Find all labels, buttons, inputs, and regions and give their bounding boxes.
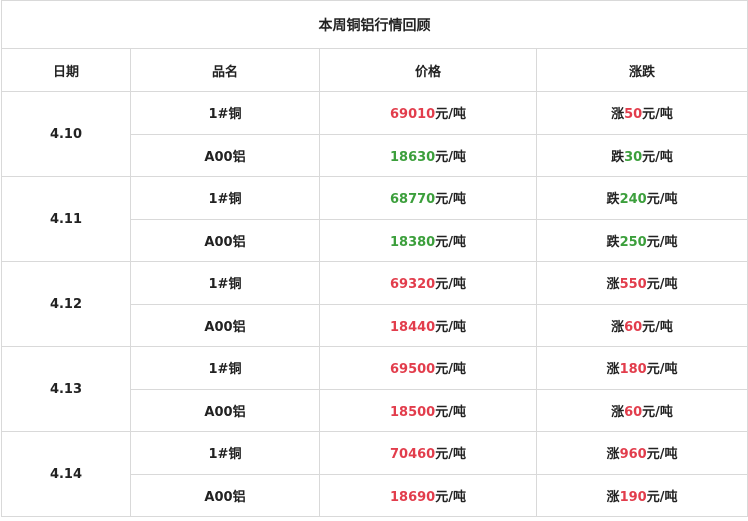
price-value: 69500 xyxy=(390,362,436,378)
price-value: 18690 xyxy=(390,489,436,505)
change-cell: 涨180元/吨 xyxy=(536,346,748,390)
change-unit: 元/吨 xyxy=(646,362,678,378)
change-unit: 元/吨 xyxy=(642,107,673,123)
change-direction-word: 涨 xyxy=(611,404,625,420)
change-direction-word: 涨 xyxy=(606,277,620,293)
product-name-cell: A00铝 xyxy=(130,303,320,347)
change-cell: 涨550元/吨 xyxy=(536,261,748,305)
change-value: 550 xyxy=(619,277,647,293)
column-header-date: 日期 xyxy=(1,48,131,92)
table-body: 本周铜铝行情回顾 日期 品名 价格 涨跌 4.10 1#铜 69010元/吨 涨50元… xyxy=(1,0,748,517)
product-name-cell: 1#铜 xyxy=(130,176,320,220)
change-cell: 跌250元/吨 xyxy=(536,218,748,262)
product-name-cell: A00铝 xyxy=(130,218,320,262)
price-unit: 元/吨 xyxy=(435,404,466,420)
change-value: 960 xyxy=(619,447,647,463)
change-direction-word: 涨 xyxy=(611,319,625,335)
price-unit: 元/吨 xyxy=(435,362,466,378)
price-unit: 元/吨 xyxy=(435,149,466,165)
price-value: 18440 xyxy=(390,319,436,335)
date-cell: 4.11 xyxy=(1,176,131,262)
price-cell: 18690元/吨 xyxy=(319,473,537,517)
price-cell: 69010元/吨 xyxy=(319,91,537,135)
change-cell: 跌30元/吨 xyxy=(536,133,748,177)
change-value: 190 xyxy=(619,489,647,505)
price-value: 68770 xyxy=(390,192,436,208)
price-cell: 18440元/吨 xyxy=(319,303,537,347)
change-unit: 元/吨 xyxy=(646,447,678,463)
price-unit: 元/吨 xyxy=(435,489,466,505)
change-cell: 涨960元/吨 xyxy=(536,431,748,475)
price-cell: 69500元/吨 xyxy=(319,346,537,390)
table-row: 4.13 1#铜 69500元/吨 涨180元/吨 xyxy=(1,346,748,432)
product-name-cell: 1#铜 xyxy=(130,431,320,475)
change-direction-word: 跌 xyxy=(611,149,625,165)
change-cell: 涨190元/吨 xyxy=(536,473,748,517)
price-value: 18630 xyxy=(390,149,436,165)
change-unit: 元/吨 xyxy=(646,192,678,208)
price-unit: 元/吨 xyxy=(435,234,466,250)
price-unit: 元/吨 xyxy=(435,319,466,335)
change-unit: 元/吨 xyxy=(646,234,678,250)
title-row: 本周铜铝行情回顾 xyxy=(1,0,748,49)
change-cell: 涨50元/吨 xyxy=(536,91,748,135)
change-value: 240 xyxy=(619,192,647,208)
column-header-price: 价格 xyxy=(319,48,537,92)
table-row: 4.14 1#铜 70460元/吨 涨960元/吨 xyxy=(1,431,748,517)
table-row: 4.12 1#铜 69320元/吨 涨550元/吨 xyxy=(1,261,748,347)
price-value: 70460 xyxy=(390,447,436,463)
change-cell: 涨60元/吨 xyxy=(536,388,748,432)
price-cell: 18500元/吨 xyxy=(319,388,537,432)
table-row: 4.11 1#铜 68770元/吨 跌240元/吨 xyxy=(1,176,748,262)
price-value: 18500 xyxy=(390,404,436,420)
price-value: 69010 xyxy=(390,107,436,123)
change-unit: 元/吨 xyxy=(642,319,673,335)
change-cell: 跌240元/吨 xyxy=(536,176,748,220)
change-direction-word: 涨 xyxy=(606,447,620,463)
date-cell: 4.13 xyxy=(1,346,131,432)
change-cell: 涨60元/吨 xyxy=(536,303,748,347)
column-header-change: 涨跌 xyxy=(536,48,748,92)
product-name-cell: A00铝 xyxy=(130,133,320,177)
change-value: 60 xyxy=(624,319,643,335)
change-direction-word: 涨 xyxy=(611,107,625,123)
change-value: 50 xyxy=(624,107,643,123)
column-header-product: 品名 xyxy=(130,48,320,92)
product-name-cell: 1#铜 xyxy=(130,91,320,135)
price-cell: 18380元/吨 xyxy=(319,218,537,262)
change-value: 180 xyxy=(619,362,647,378)
change-direction-word: 涨 xyxy=(606,489,620,505)
price-value: 18380 xyxy=(390,234,436,250)
price-unit: 元/吨 xyxy=(435,192,466,208)
change-value: 60 xyxy=(624,404,643,420)
price-value: 69320 xyxy=(390,277,436,293)
change-unit: 元/吨 xyxy=(646,277,678,293)
price-cell: 70460元/吨 xyxy=(319,431,537,475)
product-name-cell: A00铝 xyxy=(130,473,320,517)
change-value: 250 xyxy=(619,234,647,250)
change-direction-word: 跌 xyxy=(606,192,620,208)
price-unit: 元/吨 xyxy=(435,107,466,123)
price-cell: 69320元/吨 xyxy=(319,261,537,305)
date-cell: 4.14 xyxy=(1,431,131,517)
price-unit: 元/吨 xyxy=(435,447,466,463)
date-cell: 4.12 xyxy=(1,261,131,347)
change-unit: 元/吨 xyxy=(642,404,673,420)
change-direction-word: 跌 xyxy=(606,234,620,250)
price-cell: 68770元/吨 xyxy=(319,176,537,220)
product-name-cell: A00铝 xyxy=(130,388,320,432)
price-unit: 元/吨 xyxy=(435,277,466,293)
product-name-cell: 1#铜 xyxy=(130,261,320,305)
price-cell: 18630元/吨 xyxy=(319,133,537,177)
product-name-cell: 1#铜 xyxy=(130,346,320,390)
change-unit: 元/吨 xyxy=(642,149,673,165)
table-row: 4.10 1#铜 69010元/吨 涨50元/吨 xyxy=(1,91,748,177)
change-value: 30 xyxy=(624,149,643,165)
header-row: 日期 品名 价格 涨跌 xyxy=(1,48,748,92)
table-title: 本周铜铝行情回顾 xyxy=(1,0,748,49)
date-cell: 4.10 xyxy=(1,91,131,177)
change-unit: 元/吨 xyxy=(646,489,678,505)
change-direction-word: 涨 xyxy=(606,362,620,378)
price-review-table: 本周铜铝行情回顾 日期 品名 价格 涨跌 4.10 1#铜 69010元/吨 涨50元… xyxy=(1,0,748,517)
